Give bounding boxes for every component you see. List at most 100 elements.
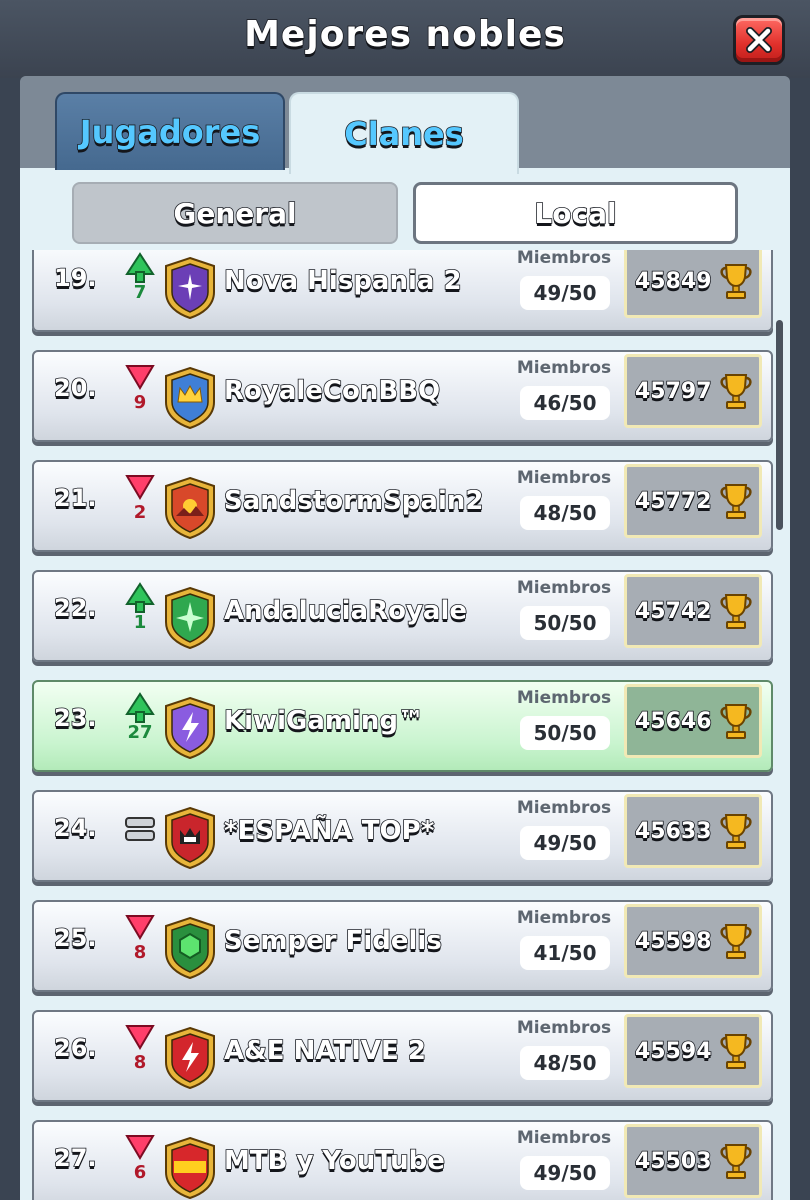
- members-label: Miembros: [516, 1128, 612, 1148]
- scrollbar[interactable]: [776, 320, 783, 530]
- close-icon: [746, 27, 772, 53]
- rank-change-value: 8: [133, 1052, 147, 1073]
- members-count: 49/50: [520, 1156, 610, 1190]
- rank-number: 26.: [53, 1033, 97, 1063]
- clan-name: Semper Fidelis: [223, 925, 442, 957]
- trophy-icon: [719, 484, 752, 519]
- header-bar: Mejores nobles: [0, 0, 810, 78]
- clan-row[interactable]: 25. 8 Semper Fidelis Miembros 41/50 4559…: [32, 900, 773, 992]
- rank-up-icon: [125, 582, 155, 613]
- rank-number: 20.: [53, 373, 97, 403]
- tab-jugadores[interactable]: Jugadores: [55, 92, 285, 170]
- rank-number: 24.: [53, 813, 97, 843]
- clan-row[interactable]: 22. 1 AndaluciaRoyale Miembros 50/50 457…: [32, 570, 773, 662]
- tab-jugadores-label: Jugadores: [79, 112, 261, 152]
- clan-badge-icon: [165, 916, 215, 980]
- clan-row[interactable]: 23. 27 KiwiGaming™ Miembros 50/50 45646: [32, 680, 773, 772]
- trophy-box: 45849: [624, 250, 762, 318]
- clan-badge-icon: [165, 806, 215, 870]
- rank-change: 1: [124, 582, 156, 652]
- rank-down-icon: [125, 1025, 155, 1050]
- members-count: 50/50: [520, 606, 610, 640]
- clan-row[interactable]: 21. 2 SandstormSpain2 Miembros 48/50 457…: [32, 460, 773, 552]
- rank-number: 19.: [53, 263, 97, 293]
- page-title: Mejores nobles: [243, 13, 566, 56]
- rank-number: 23.: [53, 703, 97, 733]
- members-label: Miembros: [516, 250, 612, 268]
- rank-change-value: 6: [133, 1162, 147, 1183]
- clan-badge-icon: [165, 1136, 215, 1200]
- rank-number: 21.: [53, 483, 97, 513]
- toggle-general-button[interactable]: General: [72, 182, 398, 244]
- members-label: Miembros: [516, 358, 612, 378]
- clan-badge-icon: [165, 1026, 215, 1090]
- rank-change: 9: [124, 362, 156, 432]
- clan-row[interactable]: 24. *ESPAÑA TOP* Miembros 49/50 45633: [32, 790, 773, 882]
- clan-badge-icon: [165, 696, 215, 760]
- trophy-icon: [719, 704, 752, 739]
- members-label: Miembros: [516, 468, 612, 488]
- trophy-count: 45646: [634, 708, 712, 735]
- toggle-local-button[interactable]: Local: [413, 182, 738, 244]
- trophy-box: 45772: [624, 464, 762, 538]
- trophy-icon: [719, 374, 752, 409]
- trophy-count: 45594: [634, 1038, 712, 1065]
- members-label: Miembros: [516, 1018, 612, 1038]
- clan-name: MTB y YouTube: [223, 1145, 446, 1177]
- rank-change-value: 7: [133, 282, 147, 303]
- trophy-count: 45598: [634, 928, 712, 955]
- close-button[interactable]: [733, 15, 785, 65]
- rank-change: 7: [124, 252, 156, 322]
- rank-down-icon: [125, 365, 155, 390]
- clan-name: RoyaleConBBQ: [223, 375, 441, 407]
- rank-change: 2: [124, 472, 156, 542]
- members-label: Miembros: [516, 908, 612, 928]
- trophy-box: 45503: [624, 1124, 762, 1198]
- clan-badge-icon: [165, 366, 215, 430]
- trophy-icon: [719, 594, 752, 629]
- members-label: Miembros: [516, 798, 612, 818]
- clan-row[interactable]: 26. 8 A&E NATIVE 2 Miembros 48/50 45594: [32, 1010, 773, 1102]
- rank-down-icon: [125, 475, 155, 500]
- trophy-count: 45633: [634, 818, 712, 845]
- members-count: 49/50: [520, 826, 610, 860]
- clan-row[interactable]: 27. 6 MTB y YouTube Miembros 49/50 45503: [32, 1120, 773, 1200]
- clan-name: KiwiGaming™: [223, 705, 425, 737]
- rank-down-icon: [125, 915, 155, 940]
- trophy-count: 45849: [634, 268, 712, 295]
- trophy-icon: [719, 1144, 752, 1179]
- clan-badge-icon: [165, 256, 215, 320]
- members-count: 49/50: [520, 276, 610, 310]
- trophy-box: 45598: [624, 904, 762, 978]
- trophy-count: 45503: [634, 1148, 712, 1175]
- clan-row[interactable]: 20. 9 RoyaleConBBQ Miembros 46/50 45797: [32, 350, 773, 442]
- rank-number: 27.: [53, 1143, 97, 1173]
- rank-change: 6: [124, 1132, 156, 1200]
- clan-list[interactable]: 19. 7 Nova Hispania 2 Miembros 49/50 458…: [20, 250, 790, 1200]
- rank-change-value: 8: [133, 942, 147, 963]
- clan-name: A&E NATIVE 2: [223, 1035, 427, 1067]
- clan-name: AndaluciaRoyale: [223, 595, 468, 627]
- rank-change-value: 2: [133, 502, 147, 523]
- toggle-local-label: Local: [534, 196, 618, 231]
- clan-row[interactable]: 19. 7 Nova Hispania 2 Miembros 49/50 458…: [32, 250, 773, 332]
- rank-number: 25.: [53, 923, 97, 953]
- members-label: Miembros: [516, 578, 612, 598]
- rank-up-icon: [125, 252, 155, 283]
- rank-change: 8: [124, 1022, 156, 1092]
- trophy-count: 45772: [634, 488, 712, 515]
- rank-change-value: 9: [133, 392, 147, 413]
- rank-change-value: 27: [127, 722, 153, 743]
- rank-up-icon: [125, 692, 155, 723]
- clan-name: *ESPAÑA TOP*: [223, 815, 435, 847]
- members-count: 48/50: [520, 496, 610, 530]
- members-label: Miembros: [516, 688, 612, 708]
- members-count: 46/50: [520, 386, 610, 420]
- tab-clanes[interactable]: Clanes: [289, 92, 519, 174]
- clan-name: SandstormSpain2: [223, 485, 484, 517]
- rank-change: 27: [124, 692, 156, 762]
- clan-badge-icon: [165, 476, 215, 540]
- trophy-icon: [719, 1034, 752, 1069]
- members-count: 50/50: [520, 716, 610, 750]
- members-count: 48/50: [520, 1046, 610, 1080]
